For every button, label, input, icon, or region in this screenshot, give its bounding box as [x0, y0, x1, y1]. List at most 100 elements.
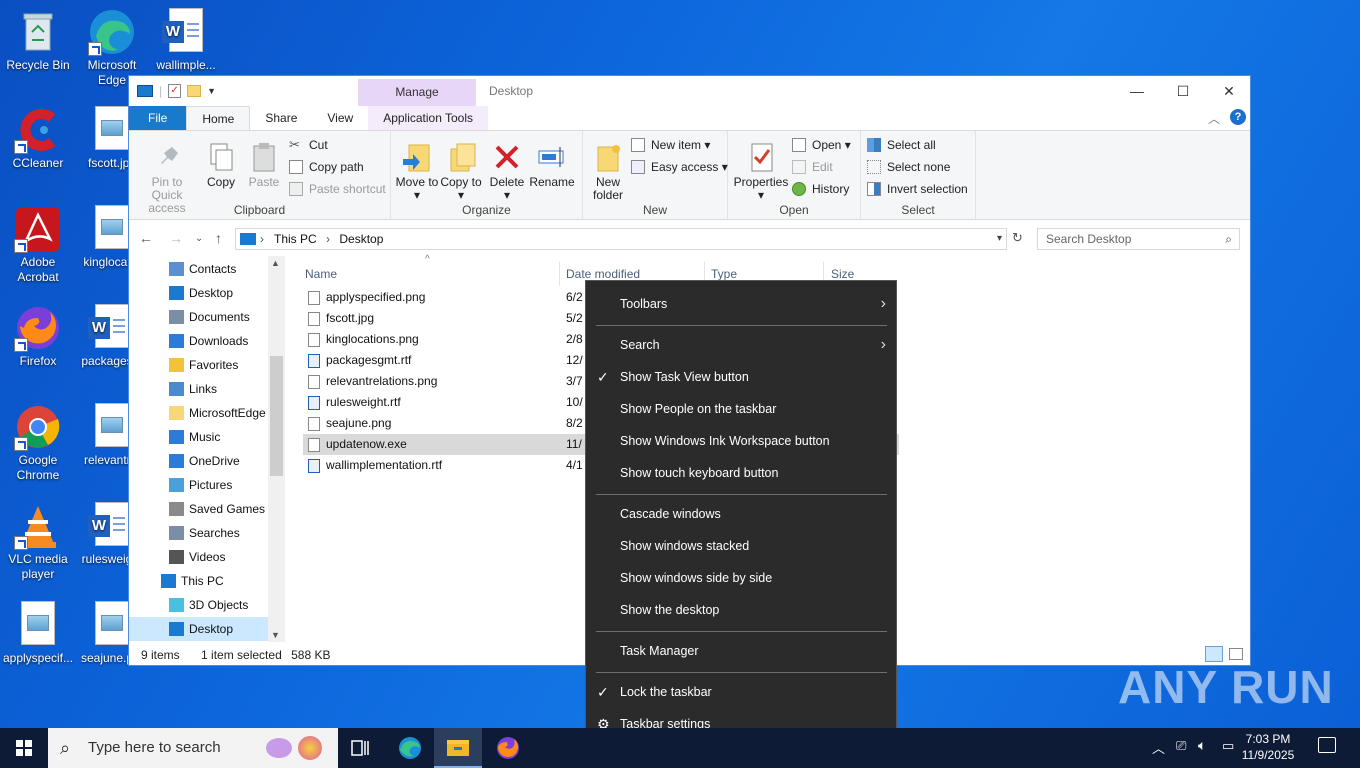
close-button[interactable]: ✕ — [1206, 76, 1252, 106]
start-button[interactable] — [0, 728, 48, 768]
menu-item-show-task-view-button[interactable]: ✓ Show Task View button — [586, 361, 896, 393]
copy-path-button[interactable]: Copy path — [289, 157, 364, 177]
breadcrumb-this-pc[interactable]: This PC — [274, 232, 317, 246]
cut-button[interactable]: ✂ Cut — [289, 135, 328, 155]
taskbar-search-box[interactable]: ⌕ Type here to search — [48, 728, 338, 768]
select-all-button[interactable]: Select all — [867, 135, 936, 155]
collapse-ribbon-icon[interactable]: ︿ — [1208, 110, 1220, 127]
tab-application-tools[interactable]: Application Tools — [368, 106, 489, 130]
up-arrow-icon[interactable]: ↑ — [215, 230, 222, 246]
nav-item[interactable]: Desktop — [129, 281, 269, 305]
tab-share[interactable]: Share — [250, 106, 312, 130]
desktop-icon-ccleaner[interactable]: CCleaner — [0, 106, 76, 171]
column-header-name[interactable]: Name — [305, 262, 337, 286]
menu-item-search[interactable]: Search › — [586, 329, 896, 361]
menu-item-show-touch-keyboard[interactable]: Show touch keyboard button — [586, 457, 896, 489]
nav-item[interactable]: Documents — [129, 305, 269, 329]
nav-item[interactable]: Searches — [129, 521, 269, 545]
volume-icon[interactable]: 🔈︎ — [1198, 737, 1206, 754]
nav-item[interactable]: Music — [129, 425, 269, 449]
show-hidden-icons-chevron-icon[interactable]: ︿ — [1152, 738, 1165, 757]
nav-item[interactable]: This PC — [129, 569, 269, 593]
address-dropdown-icon[interactable]: ▾ — [997, 229, 1002, 249]
new-folder-button[interactable]: New folder — [587, 141, 629, 202]
tab-home[interactable]: Home — [186, 106, 251, 130]
scrollbar-thumb[interactable] — [270, 356, 283, 476]
nav-item[interactable]: Saved Games — [129, 497, 269, 521]
desktop-icon-applyspecif[interactable]: applyspecif... — [0, 601, 76, 666]
menu-item-show-ink-workspace[interactable]: Show Windows Ink Workspace button — [586, 425, 896, 457]
nav-item[interactable]: Favorites — [129, 353, 269, 377]
back-arrow-icon[interactable]: ← — [139, 230, 153, 246]
menu-item-show-the-desktop[interactable]: Show the desktop — [586, 594, 896, 626]
menu-item-task-manager[interactable]: Task Manager — [586, 635, 896, 667]
menu-item-toolbars[interactable]: Toolbars › — [586, 288, 896, 320]
copy-to-button[interactable]: Copy to ▾ — [439, 141, 483, 202]
menu-item-show-windows-stacked[interactable]: Show windows stacked — [586, 530, 896, 562]
tab-file[interactable]: File — [129, 106, 187, 130]
breadcrumb-desktop[interactable]: Desktop — [339, 232, 383, 246]
address-bar[interactable]: › This PC › Desktop ▾ — [235, 228, 1007, 250]
word-document-icon — [308, 396, 320, 410]
select-none-button[interactable]: Select none — [867, 157, 950, 177]
recent-locations-chevron-icon[interactable]: ⌄ — [195, 233, 203, 244]
menu-item-cascade-windows[interactable]: Cascade windows — [586, 498, 896, 530]
edit-button[interactable]: Edit — [792, 157, 833, 177]
nav-item[interactable]: Contacts — [129, 257, 269, 281]
easy-access-button[interactable]: Easy access ▾ — [631, 157, 728, 177]
taskbar-firefox-button[interactable] — [484, 728, 532, 768]
nav-item[interactable]: Videos — [129, 545, 269, 569]
new-folder-qat-icon[interactable] — [187, 85, 202, 97]
desktop-icon-recycle-bin[interactable]: Recycle Bin — [0, 8, 76, 73]
move-to-button[interactable]: Move to ▾ — [395, 141, 439, 202]
history-button[interactable]: History — [792, 179, 849, 199]
maximize-button[interactable]: ☐ — [1160, 76, 1206, 106]
large-icons-view-icon[interactable] — [1229, 648, 1243, 660]
forward-arrow-icon[interactable]: → — [169, 230, 183, 246]
desktop-icon-vlc[interactable]: VLC media player — [0, 502, 76, 582]
minimize-button[interactable]: — — [1114, 76, 1160, 106]
network-icon[interactable]: ⎚ — [1176, 738, 1186, 754]
tab-view[interactable]: View — [312, 106, 368, 130]
rename-button[interactable]: Rename — [529, 141, 575, 189]
context-tab-manage[interactable]: Manage — [358, 79, 476, 106]
refresh-icon[interactable]: ↻ — [1012, 230, 1023, 246]
customize-qat-icon[interactable]: ▼ — [207, 86, 216, 96]
desktop-icon-acrobat[interactable]: Adobe Acrobat — [0, 205, 76, 285]
copy-button[interactable]: Copy — [201, 141, 241, 189]
input-indicator-icon[interactable]: ▭ — [1222, 738, 1234, 754]
menu-item-show-people[interactable]: Show People on the taskbar — [586, 393, 896, 425]
paste-shortcut-button[interactable]: Paste shortcut — [289, 179, 386, 199]
desktop-icon-wallimple[interactable]: W wallimple... — [148, 8, 224, 73]
task-view-button[interactable] — [336, 728, 384, 768]
nav-item[interactable]: Links — [129, 377, 269, 401]
paste-icon — [248, 141, 280, 173]
nav-item[interactable]: 3D Objects — [129, 593, 269, 617]
notifications-icon[interactable] — [1318, 737, 1336, 753]
menu-item-lock-the-taskbar[interactable]: ✓ Lock the taskbar — [586, 676, 896, 708]
nav-item[interactable]: Desktop — [129, 617, 269, 641]
new-item-button[interactable]: New item ▾ — [631, 135, 710, 155]
delete-button[interactable]: Delete ▾ — [487, 141, 527, 202]
open-button[interactable]: Open ▾ — [792, 135, 851, 155]
search-box[interactable]: Search Desktop ⌕ — [1037, 228, 1240, 250]
nav-item[interactable]: Downloads — [129, 329, 269, 353]
help-icon[interactable]: ? — [1230, 109, 1246, 125]
nav-item[interactable]: MicrosoftEdge — [129, 401, 269, 425]
taskbar-file-explorer-button[interactable] — [434, 728, 482, 768]
properties-qat-icon[interactable]: ✓ — [168, 84, 182, 98]
nav-item[interactable]: OneDrive — [129, 449, 269, 473]
navigation-scrollbar[interactable]: ▲ ▼ — [268, 256, 285, 642]
file-name: applyspecified.png — [326, 290, 426, 304]
invert-selection-button[interactable]: Invert selection — [867, 179, 968, 199]
taskbar-edge-button[interactable] — [386, 728, 434, 768]
desktop-icon-firefox[interactable]: Firefox — [0, 304, 76, 369]
desktop-icon-chrome[interactable]: Google Chrome — [0, 403, 76, 483]
nav-item[interactable]: Pictures — [129, 473, 269, 497]
properties-button[interactable]: Properties ▾ — [732, 141, 790, 202]
taskbar-clock[interactable]: 7:03 PM 11/9/2025 — [1238, 731, 1298, 763]
scroll-up-icon[interactable]: ▲ — [271, 258, 280, 268]
paste-button[interactable]: Paste — [243, 141, 285, 189]
scroll-down-icon[interactable]: ▼ — [271, 630, 280, 640]
menu-item-show-windows-side-by-side[interactable]: Show windows side by side — [586, 562, 896, 594]
